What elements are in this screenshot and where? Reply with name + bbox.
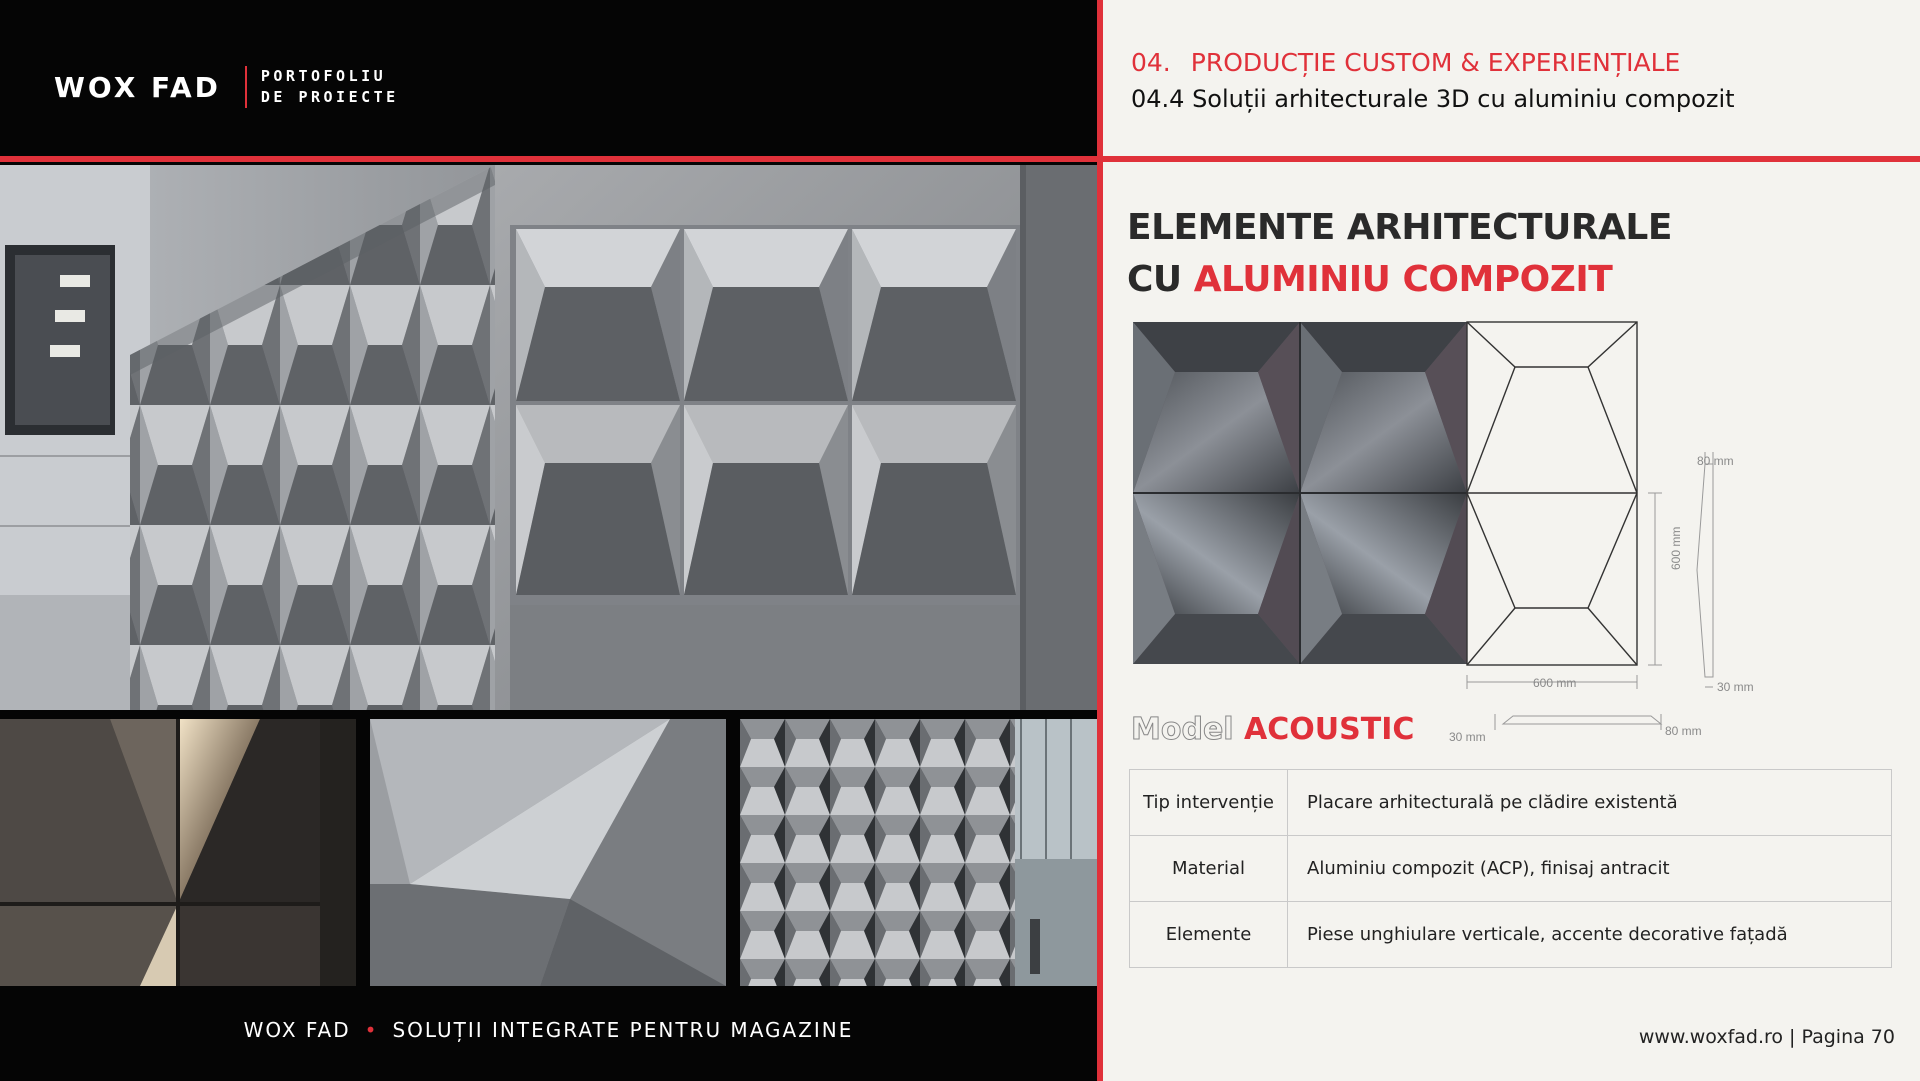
model-label: Model — [1131, 712, 1235, 748]
facade-photo-closeup-light — [0, 719, 356, 986]
footer-tagline-text: SOLUȚII INTEGRATE PENTRU MAGAZINE — [392, 1018, 854, 1042]
section-subtitle: 04.4 Soluții arhitecturale 3D cu alumini… — [1131, 85, 1735, 113]
page-title-accent: ALUMINIU COMPOZIT — [1193, 259, 1613, 300]
page-title-line1: ELEMENTE ARHITECTURALE — [1127, 207, 1672, 248]
spec-value: Piese unghiulare verticale, accente deco… — [1287, 901, 1892, 968]
spec-table: Tip intervenție Placare arhitecturală pe… — [1129, 769, 1892, 968]
brand-separator — [244, 66, 247, 108]
dim-bottom-left-label: 30 mm — [1449, 730, 1486, 744]
brand-subtitle-line1: PORTOFOLIU — [260, 67, 387, 85]
page-title-line2: CU ALUMINIU COMPOZIT — [1127, 254, 1672, 306]
brand-logo: WOX FAD PORTOFOLIU DE PROIECTE — [54, 66, 399, 108]
brand-subtitle: PORTOFOLIU DE PROIECTE — [261, 66, 399, 108]
spec-value: Placare arhitecturală pe clădire existen… — [1287, 769, 1892, 836]
dim-depth-side-label: 30 mm — [1717, 680, 1754, 694]
facade-photo-building-corner — [740, 719, 1097, 986]
right-panel: 04. PRODUCȚIE CUSTOM & EXPERIENȚIALE 04.4… — [1103, 0, 1920, 1081]
model-name: Model ACOUSTIC — [1131, 712, 1415, 748]
spec-key: Tip intervenție — [1129, 769, 1288, 836]
footer-separator-dot: • — [364, 1018, 379, 1042]
brand-subtitle-line2: DE PROIECTE — [260, 88, 399, 106]
brand-name: WOX FAD — [54, 70, 221, 104]
header-divider-right — [1103, 156, 1920, 162]
left-panel: WOX FAD PORTOFOLIU DE PROIECTE WOX FAD •… — [0, 0, 1097, 1081]
page-title-prefix: CU — [1127, 259, 1194, 300]
facade-photo-main — [0, 165, 1097, 710]
page-footer: www.woxfad.ro | Pagina 70 — [1638, 1026, 1895, 1048]
model-value: ACOUSTIC — [1244, 712, 1415, 747]
dim-depth-top-label: 80 mm — [1697, 454, 1734, 468]
spec-key: Elemente — [1129, 901, 1288, 968]
header-divider-left — [0, 156, 1097, 162]
panel-render-image — [1133, 322, 1467, 664]
table-row: Material Aluminiu compozit (ACP), finisa… — [1129, 835, 1892, 902]
technical-drawing: 600 mm 600 mm 80 mm 30 mm 30 mm 80 mm — [1449, 312, 1905, 752]
footer-tagline: WOX FAD • SOLUȚII INTEGRATE PENTRU MAGAZIN… — [0, 1018, 1097, 1042]
section-number: 04. — [1131, 48, 1171, 77]
dim-bottom-right-label: 80 mm — [1665, 724, 1702, 738]
page-title: ELEMENTE ARHITECTURALE CU ALUMINIU COMPO… — [1127, 202, 1672, 306]
footer-brand: WOX FAD — [243, 1018, 351, 1042]
spec-key: Material — [1129, 835, 1288, 902]
table-row: Elemente Piese unghiulare verticale, acc… — [1129, 901, 1892, 968]
table-row: Tip intervenție Placare arhitecturală pe… — [1129, 769, 1892, 836]
facade-photo-closeup-metal — [370, 719, 726, 986]
spec-value: Aluminiu compozit (ACP), finisaj antraci… — [1287, 835, 1892, 902]
section-heading: 04. PRODUCȚIE CUSTOM & EXPERIENȚIALE — [1131, 48, 1680, 77]
dim-height-label: 600 mm — [1669, 526, 1683, 570]
section-title: PRODUCȚIE CUSTOM & EXPERIENȚIALE — [1190, 48, 1681, 77]
dim-width-label: 600 mm — [1533, 676, 1577, 690]
